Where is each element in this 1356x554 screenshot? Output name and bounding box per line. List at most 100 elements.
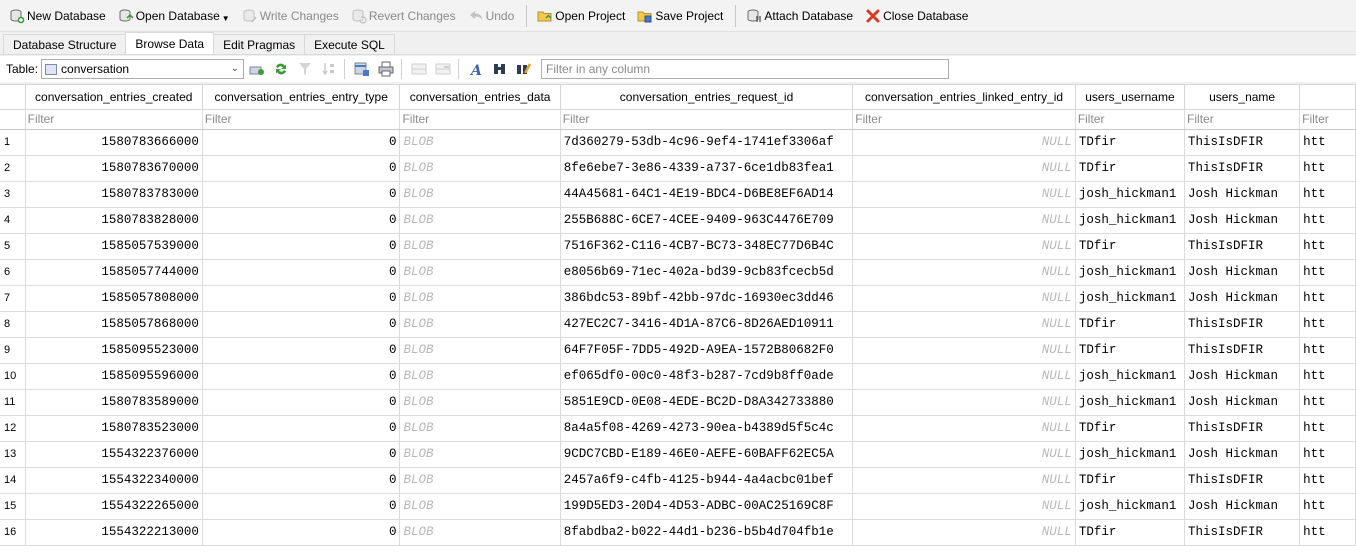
username-cell[interactable]: TDfir xyxy=(1075,129,1186,156)
refresh-icon[interactable] xyxy=(270,58,292,80)
column-header[interactable]: users_name xyxy=(1184,85,1301,110)
truncated-cell[interactable]: htt xyxy=(1299,233,1356,260)
name-cell[interactable]: Josh Hickman xyxy=(1184,259,1301,286)
open-database-button[interactable]: Open Database ▼ xyxy=(113,4,235,28)
data-cell[interactable]: BLOB xyxy=(399,519,561,546)
row-number-cell[interactable]: 7 xyxy=(0,285,26,312)
column-header[interactable]: conversation_entries_created xyxy=(25,85,203,110)
name-cell[interactable]: ThisIsDFIR xyxy=(1184,337,1301,364)
tab-edit-pragmas[interactable]: Edit Pragmas xyxy=(213,34,306,54)
created-cell[interactable]: 1554322376000 xyxy=(25,441,203,468)
corner-cell[interactable] xyxy=(0,85,26,110)
column-header[interactable]: conversation_entries_request_id xyxy=(560,85,854,110)
name-cell[interactable]: Josh Hickman xyxy=(1184,207,1301,234)
username-cell[interactable]: TDfir xyxy=(1075,337,1186,364)
print-icon[interactable] xyxy=(375,58,397,80)
truncated-cell[interactable]: htt xyxy=(1299,129,1356,156)
data-cell[interactable]: BLOB xyxy=(399,493,561,520)
data-cell[interactable]: BLOB xyxy=(399,337,561,364)
column-header[interactable]: conversation_entries_linked_entry_id xyxy=(852,85,1076,110)
username-cell[interactable]: josh_hickman1 xyxy=(1075,363,1186,390)
name-cell[interactable]: ThisIsDFIR xyxy=(1184,415,1301,442)
chevron-down-icon[interactable]: ▼ xyxy=(222,14,230,23)
truncated-cell[interactable]: htt xyxy=(1299,259,1356,286)
save-project-button[interactable]: Save Project xyxy=(632,4,728,28)
text-format-icon[interactable]: A xyxy=(465,58,487,80)
request-id-cell[interactable]: 8fabdba2-b022-44d1-b236-b5b4d704fb1e xyxy=(560,519,854,546)
created-cell[interactable]: 1580783783000 xyxy=(25,181,203,208)
username-cell[interactable]: josh_hickman1 xyxy=(1075,285,1186,312)
created-cell[interactable]: 1585057744000 xyxy=(25,259,203,286)
linked-entry-id-cell[interactable]: NULL xyxy=(852,233,1076,260)
truncated-cell[interactable]: htt xyxy=(1299,363,1356,390)
request-id-cell[interactable]: ef065df0-00c0-48f3-b287-7cd9b8ff0ade xyxy=(560,363,854,390)
entry-type-cell[interactable]: 0 xyxy=(202,285,401,312)
name-cell[interactable]: ThisIsDFIR xyxy=(1184,467,1301,494)
created-cell[interactable]: 1585095523000 xyxy=(25,337,203,364)
data-cell[interactable]: BLOB xyxy=(399,363,561,390)
write-changes-button[interactable]: Write Changes xyxy=(237,4,344,28)
row-number-cell[interactable]: 15 xyxy=(0,493,26,520)
name-cell[interactable]: ThisIsDFIR xyxy=(1184,519,1301,546)
truncated-cell[interactable]: htt xyxy=(1299,337,1356,364)
entry-type-cell[interactable]: 0 xyxy=(202,207,401,234)
entry-type-cell[interactable]: 0 xyxy=(202,233,401,260)
request-id-cell[interactable]: 8fe6ebe7-3e86-4339-a737-6ce1db83fea1 xyxy=(560,155,854,182)
column-header[interactable] xyxy=(1299,85,1356,110)
column-filter-input[interactable] xyxy=(853,109,1075,128)
entry-type-cell[interactable]: 0 xyxy=(202,129,401,156)
row-number-cell[interactable]: 13 xyxy=(0,441,26,468)
request-id-cell[interactable]: 2457a6f9-c4fb-4125-b944-4a4acbc01bef xyxy=(560,467,854,494)
table-row[interactable]: 16 1554322213000 0 BLOB 8fabdba2-b022-44d1-b… xyxy=(0,519,1356,546)
column-filter-input[interactable] xyxy=(560,109,852,128)
row-number-cell[interactable]: 10 xyxy=(0,363,26,390)
created-cell[interactable]: 1580783670000 xyxy=(25,155,203,182)
column-header[interactable]: conversation_entries_data xyxy=(399,85,561,110)
linked-entry-id-cell[interactable]: NULL xyxy=(852,311,1076,338)
request-id-cell[interactable]: 5851E9CD-0E08-4EDE-BC2D-D8A342733880 xyxy=(560,389,854,416)
row-number-cell[interactable]: 1 xyxy=(0,129,26,156)
linked-entry-id-cell[interactable]: NULL xyxy=(852,259,1076,286)
data-cell[interactable]: BLOB xyxy=(399,129,561,156)
linked-entry-id-cell[interactable]: NULL xyxy=(852,519,1076,546)
delete-record-icon[interactable] xyxy=(432,58,454,80)
tab-database-structure[interactable]: Database Structure xyxy=(3,34,127,54)
linked-entry-id-cell[interactable]: NULL xyxy=(852,129,1076,156)
column-filter-input[interactable] xyxy=(202,109,399,128)
linked-entry-id-cell[interactable]: NULL xyxy=(852,493,1076,520)
truncated-cell[interactable]: htt xyxy=(1299,441,1356,468)
name-cell[interactable]: ThisIsDFIR xyxy=(1184,155,1301,182)
username-cell[interactable]: TDfir xyxy=(1075,311,1186,338)
truncated-cell[interactable]: htt xyxy=(1299,285,1356,312)
column-header[interactable]: users_username xyxy=(1075,85,1186,110)
data-cell[interactable]: BLOB xyxy=(399,311,561,338)
clear-filters-icon[interactable] xyxy=(246,58,268,80)
created-cell[interactable]: 1585057808000 xyxy=(25,285,203,312)
created-cell[interactable]: 1585057868000 xyxy=(25,311,203,338)
linked-entry-id-cell[interactable]: NULL xyxy=(852,389,1076,416)
created-cell[interactable]: 1585057539000 xyxy=(25,233,203,260)
request-id-cell[interactable]: 386bdc53-89bf-42bb-97dc-16930ec3dd46 xyxy=(560,285,854,312)
truncated-cell[interactable]: htt xyxy=(1299,519,1356,546)
entry-type-cell[interactable]: 0 xyxy=(202,155,401,182)
name-cell[interactable]: Josh Hickman xyxy=(1184,181,1301,208)
column-filter-input[interactable] xyxy=(400,109,560,128)
truncated-cell[interactable]: htt xyxy=(1299,389,1356,416)
table-row[interactable]: 6 1585057744000 0 BLOB e8056b69-71ec-402a-bd… xyxy=(0,259,1356,286)
row-number-cell[interactable]: 3 xyxy=(0,181,26,208)
data-cell[interactable]: BLOB xyxy=(399,467,561,494)
name-cell[interactable]: ThisIsDFIR xyxy=(1184,311,1301,338)
table-row[interactable]: 7 1585057808000 0 BLOB 386bdc53-89bf-42bb-97… xyxy=(0,285,1356,312)
username-cell[interactable]: josh_hickman1 xyxy=(1075,259,1186,286)
filter-icon[interactable] xyxy=(294,58,316,80)
table-row[interactable]: 8 1585057868000 0 BLOB 427EC2C7-3416-4D1A-87… xyxy=(0,311,1356,338)
table-row[interactable]: 14 1554322340000 0 BLOB 2457a6f9-c4fb-4125-b… xyxy=(0,467,1356,494)
data-cell[interactable]: BLOB xyxy=(399,389,561,416)
name-cell[interactable]: Josh Hickman xyxy=(1184,285,1301,312)
table-row[interactable]: 2 1580783670000 0 BLOB 8fe6ebe7-3e86-4339-a7… xyxy=(0,155,1356,182)
truncated-cell[interactable]: htt xyxy=(1299,207,1356,234)
truncated-cell[interactable]: htt xyxy=(1299,181,1356,208)
save-table-icon[interactable] xyxy=(351,58,373,80)
request-id-cell[interactable]: e8056b69-71ec-402a-bd39-9cb83fcecb5d xyxy=(560,259,854,286)
table-row[interactable]: 12 1580783523000 0 BLOB 8a4a5f08-4269-4273-9… xyxy=(0,415,1356,442)
